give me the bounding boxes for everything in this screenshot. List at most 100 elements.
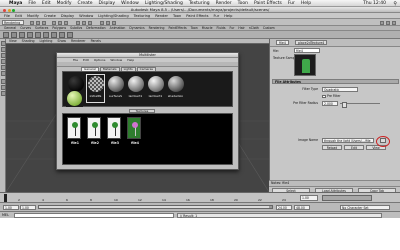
layout-single-icon[interactable] — [0, 79, 6, 84]
channel-box-toggle-icon[interactable] — [392, 20, 396, 25]
lasso-tool-icon[interactable] — [0, 47, 6, 52]
menu-paint-effects[interactable]: Paint Effects — [254, 1, 282, 6]
shelf-light-icon[interactable] — [11, 32, 17, 38]
pre-filter-checkbox[interactable] — [322, 94, 326, 98]
maya-menu-file[interactable]: File — [4, 14, 10, 18]
file-attributes-section[interactable]: File Attributes — [272, 79, 399, 84]
shelf-tab-fluids[interactable]: Fluids — [217, 26, 226, 30]
menu-render[interactable]: Render — [216, 1, 232, 6]
shelf-tab-subdivs[interactable]: Subdivs — [70, 26, 82, 30]
shelf-tab-surfaces[interactable]: Surfaces — [35, 26, 48, 30]
shelf-tab-muscle[interactable]: Muscle — [202, 26, 213, 30]
maya-menu-modify[interactable]: Modify — [27, 14, 39, 18]
shader-swatch[interactable] — [66, 91, 83, 107]
start-time-field[interactable]: 1.00 — [3, 204, 19, 210]
attribute-editor-toggle-icon[interactable] — [380, 20, 384, 25]
zoom-window-icon[interactable] — [12, 8, 15, 12]
snap-point-icon[interactable] — [88, 20, 92, 25]
layout-four-icon[interactable] — [0, 85, 6, 90]
app-menu[interactable]: Maya — [9, 1, 22, 6]
node-name-field[interactable]: file4 — [294, 48, 320, 53]
maya-menu-create[interactable]: Create — [44, 14, 56, 18]
shelf-render-icon[interactable] — [51, 32, 57, 38]
shader-swatch[interactable]: shaderGlo — [167, 75, 184, 102]
new-scene-icon[interactable] — [30, 20, 34, 25]
maya-menu-fur[interactable]: Fur — [214, 14, 220, 18]
shelf-tab-dynamics[interactable]: Dynamics — [129, 26, 144, 30]
maya-menu-window[interactable]: Window — [79, 14, 93, 18]
playback-controls[interactable] — [322, 194, 372, 201]
shader-swatch[interactable]: lambert1 — [127, 75, 144, 102]
file-texture-swatch[interactable]: file4 — [127, 117, 141, 145]
menu-file[interactable]: File — [28, 1, 36, 6]
maya-menu-texturing[interactable]: Texturing — [134, 14, 151, 18]
shelf-tab-animation[interactable]: Animation — [110, 26, 126, 30]
menu-window[interactable]: Window — [121, 1, 139, 6]
maya-menu-edit[interactable]: Edit — [15, 14, 22, 18]
shelf-tab-deformation[interactable]: Deformation — [86, 26, 105, 30]
file-texture-swatch[interactable]: file3 — [107, 117, 121, 145]
tab-place2dtexture4[interactable]: place2dTexture4 — [295, 40, 328, 45]
image-name-field[interactable]: through the light /Users/.../file — [322, 138, 374, 143]
shelf-tab-rendering[interactable]: Rendering — [149, 26, 165, 30]
save-scene-icon[interactable] — [42, 20, 46, 25]
shelf-batch-icon[interactable] — [67, 32, 73, 38]
shelf-tab-ncloth[interactable]: nCloth — [249, 26, 259, 30]
shelf-arealight-icon[interactable] — [35, 32, 41, 38]
current-time-marker[interactable] — [4, 194, 7, 202]
snap-grid-icon[interactable] — [76, 20, 80, 25]
menu-edit[interactable]: Edit — [42, 1, 51, 6]
shelf-tab-hair[interactable]: Hair — [238, 26, 244, 30]
file-texture-swatch[interactable]: file2 — [87, 117, 101, 145]
minimize-window-icon[interactable] — [7, 8, 11, 12]
menu-lighting[interactable]: Lighting/Shading — [145, 1, 183, 6]
filter-type-dropdown[interactable]: Quadratic — [322, 87, 358, 92]
render-settings-icon[interactable] — [112, 20, 116, 25]
shader-swatch[interactable]: initialPa — [86, 74, 105, 103]
render-current-icon[interactable] — [100, 20, 104, 25]
shader-swatch[interactable]: lambert1 — [147, 75, 164, 102]
menu-modify[interactable]: Modify — [57, 1, 72, 6]
viewport-menu-shading[interactable]: Shading — [22, 39, 35, 43]
layout-outliner-icon[interactable] — [0, 91, 6, 96]
mel-label[interactable]: MEL — [2, 213, 9, 217]
rotate-tool-icon[interactable] — [0, 59, 6, 64]
snap-curve-icon[interactable] — [82, 20, 86, 25]
shelf-tab-fur[interactable]: Fur — [230, 26, 235, 30]
shelf-ipr-icon[interactable] — [59, 32, 65, 38]
viewport-menu-show[interactable]: Show — [57, 39, 66, 43]
shelf-hypershade-icon[interactable] — [43, 32, 49, 38]
mode-dropdown[interactable]: Rendering — [2, 20, 24, 25]
scale-tool-icon[interactable] — [0, 65, 6, 70]
time-slider[interactable]: 2 4 6 8 10 12 14 16 18 20 22 24 1.00 — [0, 192, 400, 202]
maya-menu-paint-effects[interactable]: Paint Effects — [186, 14, 208, 18]
menu-display[interactable]: Display — [98, 1, 115, 6]
manipulator-tool-icon[interactable] — [0, 71, 6, 76]
current-frame-field[interactable]: 1.00 — [300, 194, 318, 201]
shelf-camera-icon[interactable] — [3, 32, 9, 38]
file-texture-swatch[interactable]: file1 — [67, 117, 81, 145]
select-hierarchy-icon[interactable] — [52, 20, 56, 25]
maya-menu-toon[interactable]: Toon — [173, 14, 181, 18]
viewport-menu-panels[interactable]: Panels — [91, 39, 101, 43]
menu-texturing[interactable]: Texturing — [189, 1, 210, 6]
select-component-icon[interactable] — [64, 20, 68, 25]
menu-toon[interactable]: Toon — [238, 1, 248, 6]
shelf-spotlight-icon[interactable] — [19, 32, 25, 38]
maya-menu-lighting[interactable]: Lighting/Shading — [98, 14, 128, 18]
pre-filter-radius-slider[interactable] — [340, 101, 380, 108]
end-time-field[interactable]: 48.00 — [294, 204, 310, 210]
shelf-tab-toon[interactable]: Toon — [191, 26, 198, 30]
menu-create[interactable]: Create — [78, 1, 93, 6]
shelf-tab-polygons[interactable]: Polygons — [52, 26, 66, 30]
shader-swatch[interactable]: surfaceS — [107, 75, 124, 102]
pre-filter-radius-field[interactable]: 2.000 — [322, 101, 338, 106]
maya-menu-display[interactable]: Display — [61, 14, 74, 18]
menu-help[interactable]: Help — [301, 1, 311, 6]
edit-button[interactable]: Edit — [344, 145, 364, 150]
range-slider-bar[interactable] — [38, 205, 273, 209]
maya-menu-help[interactable]: Help — [224, 14, 232, 18]
viewport-menu-view[interactable]: View — [9, 39, 17, 43]
tool-settings-toggle-icon[interactable] — [386, 20, 390, 25]
shelf-tab-general[interactable]: General — [4, 26, 16, 30]
